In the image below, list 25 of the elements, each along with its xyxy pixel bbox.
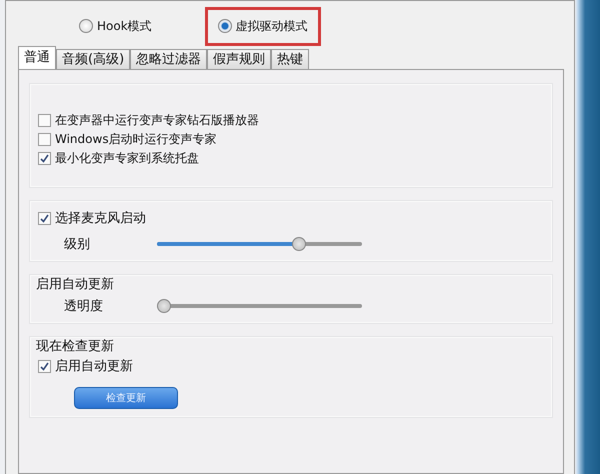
radio-button[interactable]	[79, 19, 93, 33]
checkbox[interactable]	[38, 133, 51, 146]
checkbox-label: Windows启动时运行变声专家	[55, 131, 217, 148]
checkbox[interactable]	[38, 114, 51, 127]
tab[interactable]: 忽略过滤器	[130, 49, 208, 70]
slider-thumb[interactable]	[292, 237, 306, 251]
slider-thumb[interactable]	[157, 299, 171, 313]
checkbox[interactable]	[38, 360, 51, 372]
checkbox-label: 在变声器中运行变声专家钻石版播放器	[55, 112, 259, 129]
radio-label: Hook模式	[97, 18, 152, 34]
checkbox-label: 启用自动更新	[55, 358, 133, 375]
tab[interactable]: 热键	[271, 49, 310, 70]
tab[interactable]: 普通	[18, 46, 56, 70]
radio-label: 虚拟驱动模式	[236, 18, 308, 34]
tab[interactable]: 音频(高级)	[56, 49, 130, 70]
tab[interactable]: 假声规则	[207, 49, 272, 70]
radio-button[interactable]	[218, 19, 232, 33]
checkbox[interactable]	[38, 152, 51, 165]
group-title: 现在检查更新	[36, 338, 115, 355]
checkbox-label: 选择麦克风启动	[55, 210, 146, 227]
slider-label: 级别	[64, 236, 91, 253]
checkbox[interactable]	[38, 212, 51, 224]
slider-label: 透明度	[64, 298, 104, 315]
checkbox-label: 最小化变声专家到系统托盘	[55, 150, 199, 167]
group-title: 启用自动更新	[36, 276, 115, 293]
